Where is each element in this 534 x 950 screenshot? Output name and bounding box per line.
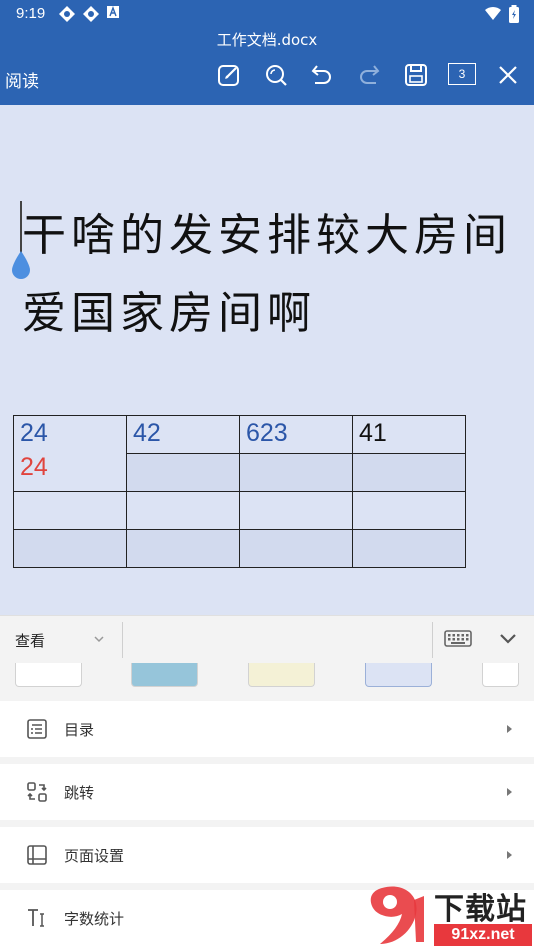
menu-item-label: 目录 xyxy=(64,721,95,739)
status-time: 9:19 xyxy=(16,5,46,22)
text-cursor xyxy=(20,201,22,253)
status-system-icons xyxy=(484,5,520,23)
table-cell[interactable]: 42 xyxy=(126,415,240,454)
menu-item-label: 页面设置 xyxy=(64,847,125,865)
table-cell[interactable] xyxy=(352,529,466,568)
app-header: 9:19 工作文档.docx 阅读 3 xyxy=(0,0,534,105)
site-watermark: 下载站 91xz.net xyxy=(362,880,534,950)
chevron-right-icon xyxy=(507,788,512,796)
page-setup-icon xyxy=(27,845,47,865)
wifi-icon xyxy=(485,6,501,20)
redo-icon[interactable] xyxy=(355,61,383,89)
table-cell[interactable] xyxy=(239,453,353,492)
document-table: 24 24 42 623 41 xyxy=(13,415,466,568)
watermark-text: 下载站 xyxy=(434,892,527,927)
menu-item-label: 字数统计 xyxy=(64,910,125,928)
menu-item-page-setup[interactable]: 页面设置 xyxy=(0,827,534,883)
table-row xyxy=(13,491,466,530)
swatch-selected[interactable] xyxy=(365,663,432,687)
edit-icon[interactable] xyxy=(215,61,243,89)
document-canvas[interactable]: 干啥的发安排较大房间爱国家房间啊 24 24 42 623 41 xyxy=(0,105,534,615)
toc-icon xyxy=(27,719,47,739)
table-cell[interactable] xyxy=(13,529,127,568)
chevron-right-icon xyxy=(507,851,512,859)
divider xyxy=(122,622,123,658)
search-icon[interactable] xyxy=(262,61,290,89)
font-notification-icon xyxy=(107,6,119,18)
app-notification-icon xyxy=(59,6,75,22)
table-row: 24 24 42 623 41 xyxy=(13,415,466,492)
table-cell[interactable]: 623 xyxy=(239,415,353,454)
document-paragraph[interactable]: 干啥的发安排较大房间爱国家房间啊 xyxy=(22,197,532,353)
divider xyxy=(432,622,433,658)
app-notification-icon xyxy=(83,6,99,22)
style-swatch-row xyxy=(0,663,534,693)
table-cell[interactable]: 24 24 xyxy=(13,415,127,492)
table-cell-text: 42 xyxy=(133,419,161,447)
table-cell[interactable]: 41 xyxy=(352,415,466,454)
table-cell[interactable] xyxy=(352,453,466,492)
chevron-right-icon xyxy=(507,725,512,733)
undo-icon[interactable] xyxy=(308,61,336,89)
swatch[interactable] xyxy=(248,663,315,687)
table-cell[interactable] xyxy=(126,529,240,568)
collapse-panel-icon[interactable] xyxy=(497,630,519,648)
chevron-down-icon[interactable] xyxy=(93,634,105,644)
tab-view-selector[interactable]: 查看 xyxy=(15,630,45,651)
battery-icon xyxy=(509,5,519,23)
menu-item-jump[interactable]: 跳转 xyxy=(0,764,534,820)
swatch[interactable] xyxy=(15,663,82,687)
save-icon[interactable] xyxy=(402,61,430,89)
table-cell[interactable] xyxy=(13,491,127,530)
swatch[interactable] xyxy=(482,663,519,687)
swatch[interactable] xyxy=(131,663,198,687)
table-cell[interactable] xyxy=(239,491,353,530)
document-title: 工作文档.docx xyxy=(216,31,318,49)
menu-item-label: 跳转 xyxy=(64,784,95,802)
table-cell[interactable] xyxy=(126,491,240,530)
table-cell-text: 24 xyxy=(20,419,48,447)
menu-item-toc[interactable]: 目录 xyxy=(0,701,534,757)
close-icon[interactable] xyxy=(494,61,522,89)
word-count-icon xyxy=(28,909,44,927)
keyboard-icon[interactable] xyxy=(444,629,472,649)
table-row xyxy=(13,529,466,568)
table-cell-text: 24 xyxy=(20,453,48,481)
bottom-tab-bar: 查看 xyxy=(0,615,534,663)
table-cell[interactable] xyxy=(352,491,466,530)
table-cell[interactable] xyxy=(239,529,353,568)
page-count-badge[interactable]: 3 xyxy=(448,63,476,85)
reading-mode-label[interactable]: 阅读 xyxy=(5,67,39,92)
table-cell[interactable] xyxy=(126,453,240,492)
status-bar: 9:19 xyxy=(0,0,534,28)
jump-icon xyxy=(27,782,47,802)
watermark-domain: 91xz.net xyxy=(434,924,532,946)
table-cell-text: 623 xyxy=(246,419,288,447)
table-cell-text: 41 xyxy=(359,419,387,447)
cursor-handle-icon[interactable] xyxy=(10,250,32,280)
status-notification-icons xyxy=(58,5,120,23)
